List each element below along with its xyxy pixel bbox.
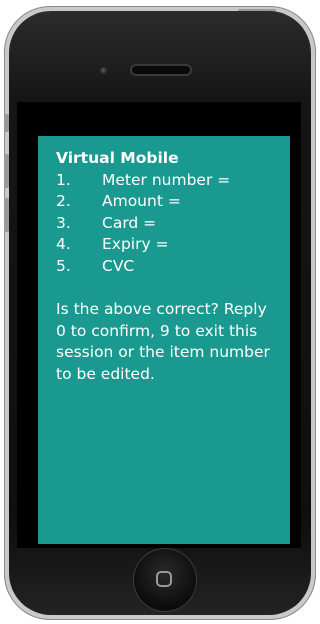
menu-item-label: CVC xyxy=(102,256,135,275)
menu-item-label: Amount = xyxy=(102,192,181,210)
menu-item-label: Meter number = xyxy=(102,170,231,189)
rounded-square-icon xyxy=(156,571,172,587)
earpiece-speaker xyxy=(132,66,190,74)
menu-item-label: Card = xyxy=(102,213,157,232)
menu-item-number: 4. xyxy=(56,235,71,253)
menu-item-number: 1. xyxy=(56,170,71,189)
ussd-menu: 1. Meter number = 2. Amount = 3. Card = … xyxy=(56,170,276,278)
ussd-prompt: Is the above correct? Reply 0 to confirm… xyxy=(56,300,270,383)
menu-item-cvc: 5. CVC xyxy=(56,256,276,278)
menu-item-number: 5. xyxy=(56,256,71,275)
front-camera-icon xyxy=(100,67,108,75)
menu-item-number: 2. xyxy=(56,192,71,210)
menu-item-number: 3. xyxy=(56,213,71,232)
menu-item-card: 3. Card = xyxy=(56,213,276,235)
ussd-dialog: Virtual Mobile 1. Meter number = 2. Amou… xyxy=(38,136,290,544)
ussd-title: Virtual Mobile xyxy=(56,149,179,167)
menu-item-expiry: 4. Expiry = xyxy=(56,234,276,256)
home-button[interactable] xyxy=(134,549,196,611)
menu-item-amount: 2. Amount = xyxy=(56,191,276,213)
menu-item-label: Expiry = xyxy=(102,235,169,253)
menu-item-meter-number: 1. Meter number = xyxy=(56,170,276,192)
